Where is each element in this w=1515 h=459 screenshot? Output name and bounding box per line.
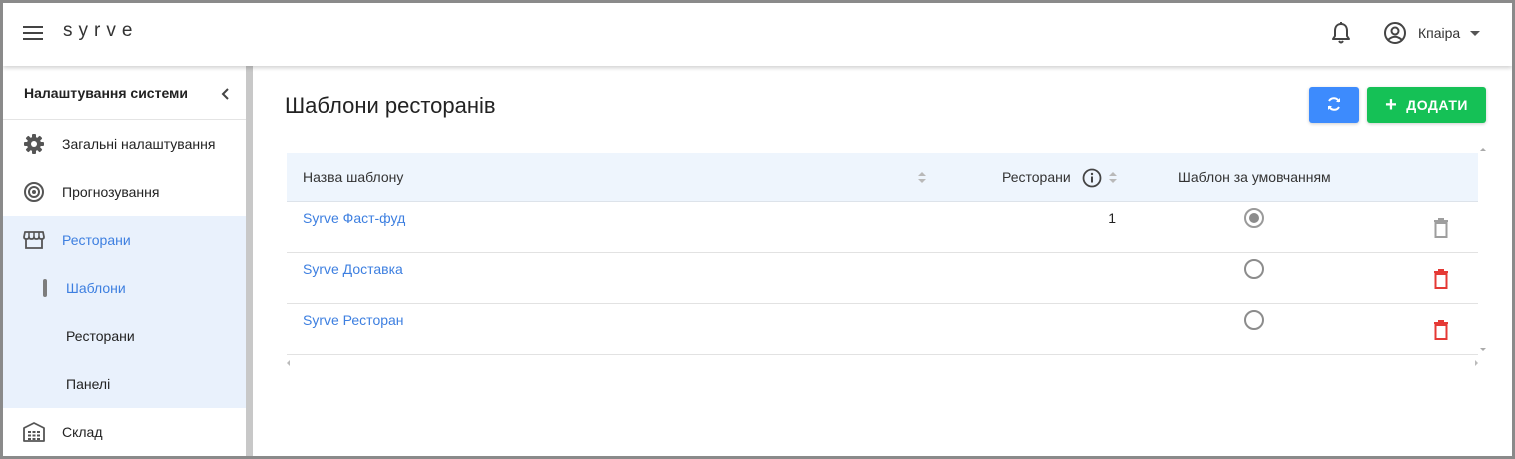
sidebar: Налаштування системи Загальні налаштуван… xyxy=(3,66,246,456)
sidebar-submenu: Шаблони Ресторани Панелі xyxy=(3,264,246,408)
store-icon xyxy=(23,229,45,251)
trash-icon[interactable] xyxy=(1433,320,1449,340)
sidebar-subitem-restaurants[interactable]: Ресторани xyxy=(3,312,246,360)
bell-icon[interactable] xyxy=(1330,21,1352,45)
column-header-name[interactable]: Назва шаблону xyxy=(303,169,403,185)
app-window: syrve Кпаіра Налаштування системи Загаль… xyxy=(0,0,1515,459)
default-template-radio[interactable] xyxy=(1244,259,1264,279)
template-name-link[interactable]: Syrve Доставка xyxy=(303,261,403,277)
sidebar-subitem-label: Шаблони xyxy=(66,280,126,296)
sidebar-subitem-label: Панелі xyxy=(66,376,111,392)
sidebar-header: Налаштування системи xyxy=(3,66,246,120)
sidebar-subitem-templates[interactable]: Шаблони xyxy=(3,264,246,312)
sidebar-scrollbar[interactable] xyxy=(246,66,253,456)
logo: syrve xyxy=(63,20,139,41)
account-icon xyxy=(1383,21,1407,45)
scroll-up-arrow[interactable] xyxy=(1480,148,1486,151)
restaurants-count: 1 xyxy=(1108,210,1116,226)
plus-icon: + xyxy=(1385,94,1398,116)
top-bar: syrve Кпаіра xyxy=(3,3,1512,66)
template-name-link[interactable]: Syrve Фаст-фуд xyxy=(303,210,405,226)
default-template-radio[interactable] xyxy=(1244,208,1264,228)
column-header-default: Шаблон за умовчанням xyxy=(1178,169,1331,185)
main-content: Шаблони ресторанів + ДОДАТИ Назва шаблон… xyxy=(253,66,1512,456)
target-icon xyxy=(23,181,45,203)
table-header: Назва шаблону Ресторани Шаблон за умовча… xyxy=(287,153,1478,202)
table-row: Syrve Доставка xyxy=(287,253,1478,304)
refresh-button[interactable] xyxy=(1309,87,1359,123)
refresh-icon xyxy=(1326,96,1342,115)
scroll-right-arrow[interactable] xyxy=(1475,360,1478,366)
chevron-left-icon[interactable] xyxy=(220,87,232,100)
warehouse-icon xyxy=(23,421,45,443)
sort-icon[interactable] xyxy=(1109,172,1117,184)
info-icon[interactable] xyxy=(1082,168,1102,188)
chevron-down-icon xyxy=(1470,30,1481,36)
sidebar-title: Налаштування системи xyxy=(24,84,189,101)
sidebar-item-general-settings[interactable]: Загальні налаштування xyxy=(3,120,246,168)
table-row: Syrve Ресторан xyxy=(287,304,1478,355)
scroll-down-arrow[interactable] xyxy=(1480,348,1486,351)
sort-icon[interactable] xyxy=(918,172,926,184)
sidebar-item-warehouse[interactable]: Склад xyxy=(3,408,246,456)
sidebar-subitem-panels[interactable]: Панелі xyxy=(3,360,246,408)
trash-icon xyxy=(1433,218,1449,238)
table-row: Syrve Фаст-фуд 1 xyxy=(287,202,1478,253)
default-template-radio[interactable] xyxy=(1244,310,1264,330)
sidebar-item-label: Ресторани xyxy=(62,232,131,248)
sidebar-item-label: Склад xyxy=(62,424,103,440)
template-name-link[interactable]: Syrve Ресторан xyxy=(303,312,404,328)
column-header-restaurants[interactable]: Ресторани xyxy=(1002,169,1071,185)
trash-icon[interactable] xyxy=(1433,269,1449,289)
horizontal-scrollbar[interactable] xyxy=(287,358,1478,366)
templates-table: Назва шаблону Ресторани Шаблон за умовча… xyxy=(287,153,1478,355)
user-name: Кпаіра xyxy=(1418,25,1461,41)
sidebar-item-forecasting[interactable]: Прогнозування xyxy=(3,168,246,216)
sidebar-subitem-label: Ресторани xyxy=(66,328,135,344)
page-title: Шаблони ресторанів xyxy=(285,93,496,118)
menu-icon[interactable] xyxy=(23,24,45,40)
sidebar-item-label: Загальні налаштування xyxy=(62,136,216,152)
user-menu[interactable]: Кпаіра xyxy=(1383,20,1481,46)
scroll-left-arrow[interactable] xyxy=(287,360,290,366)
add-button-label: ДОДАТИ xyxy=(1406,97,1468,113)
sidebar-item-restaurants[interactable]: Ресторани xyxy=(3,216,246,264)
sidebar-item-label: Прогнозування xyxy=(62,184,160,200)
gear-icon xyxy=(23,133,45,155)
add-template-button[interactable]: + ДОДАТИ xyxy=(1367,87,1486,123)
